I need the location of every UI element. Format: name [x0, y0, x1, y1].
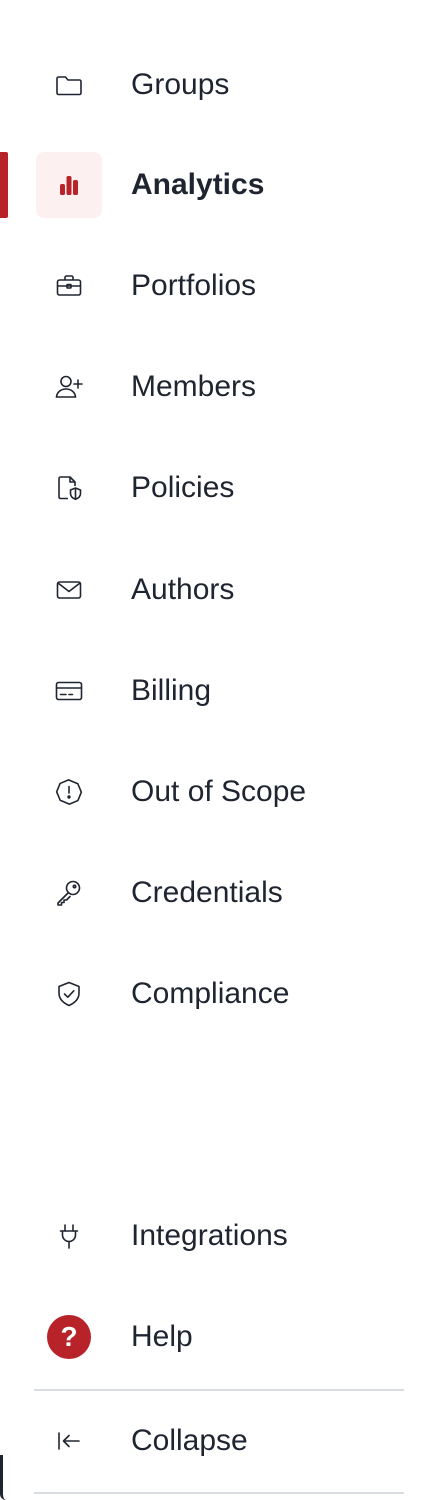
- sidebar-item-authors[interactable]: Authors: [0, 557, 420, 623]
- sidebar-item-label: Portfolios: [131, 269, 257, 302]
- sidebar-item-label: Billing: [131, 674, 212, 707]
- plug-icon: [36, 1203, 102, 1269]
- collapse-arrow-icon: [36, 1408, 102, 1474]
- sidebar-item-label: Collapse: [131, 1424, 248, 1457]
- help-icon: ?: [36, 1304, 102, 1370]
- sidebar-item-label: Out of Scope: [131, 775, 307, 808]
- user-plus-icon: [36, 354, 102, 420]
- document-shield-icon: [36, 455, 102, 521]
- sidebar-item-label: Help: [131, 1320, 193, 1353]
- sidebar-item-label: Groups: [131, 68, 230, 101]
- sidebar-item-label: Credentials: [131, 876, 283, 909]
- sidebar-item-integrations[interactable]: Integrations: [0, 1203, 420, 1269]
- sidebar-item-billing[interactable]: Billing: [0, 658, 420, 724]
- sidebar-item-label: Members: [131, 370, 257, 403]
- sidebar-item-portfolios[interactable]: Portfolios: [0, 253, 420, 319]
- bar-chart-icon: [36, 152, 102, 218]
- sidebar-item-credentials[interactable]: Credentials: [0, 860, 420, 926]
- sidebar-item-groups[interactable]: Groups: [0, 52, 420, 118]
- divider: [34, 1389, 404, 1391]
- sidebar-item-policies[interactable]: Policies: [0, 455, 420, 521]
- sidebar-item-analytics[interactable]: Analytics: [0, 152, 420, 218]
- briefcase-icon: [36, 253, 102, 319]
- sidebar-item-label: Policies: [131, 471, 235, 504]
- sidebar-item-help[interactable]: ? Help: [0, 1304, 420, 1370]
- envelope-icon: [36, 557, 102, 623]
- sidebar-item-label: Authors: [131, 573, 235, 606]
- sidebar-item-out-of-scope[interactable]: Out of Scope: [0, 759, 420, 825]
- window-edge: [0, 1455, 9, 1500]
- divider: [34, 1492, 404, 1494]
- key-icon: [36, 860, 102, 926]
- shield-check-icon: [36, 961, 102, 1027]
- sidebar-item-members[interactable]: Members: [0, 354, 420, 420]
- sidebar-item-label: Analytics: [131, 168, 265, 201]
- folder-icon: [36, 52, 102, 118]
- help-badge: ?: [47, 1315, 91, 1359]
- collapse-button[interactable]: Collapse: [0, 1408, 420, 1474]
- sidebar-item-label: Compliance: [131, 977, 290, 1010]
- sidebar: Groups Analytics Portfolios Members Poli…: [0, 0, 434, 1500]
- alert-octagon-icon: [36, 759, 102, 825]
- sidebar-item-compliance[interactable]: Compliance: [0, 961, 420, 1027]
- sidebar-item-label: Integrations: [131, 1219, 288, 1252]
- credit-card-icon: [36, 658, 102, 724]
